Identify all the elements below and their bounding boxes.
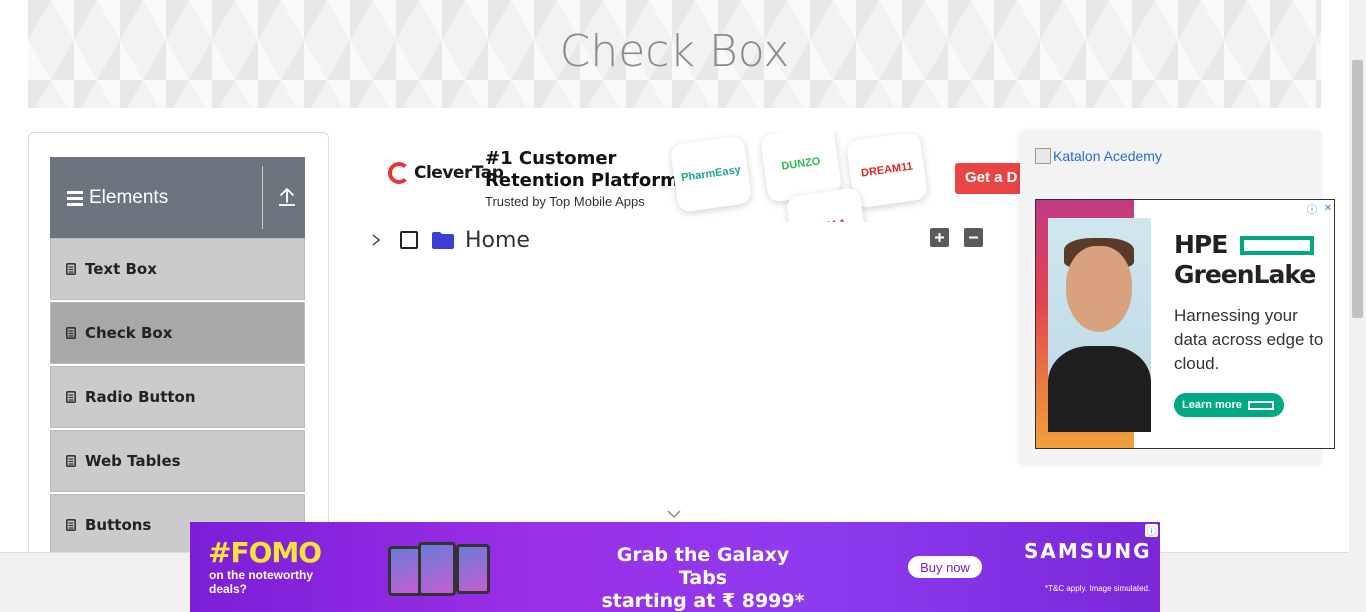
sidebar-item-label: Buttons [85,516,152,534]
broken-image-icon [1035,148,1051,164]
hpe-tagline: Harnessing your data across edge to clou… [1174,306,1324,373]
collapse-all-button[interactable] [964,228,983,247]
sidebar-item-web-tables[interactable]: Web Tables [50,430,305,492]
ad-info-icon[interactable]: ⓘ [1306,202,1318,216]
katalon-image-link[interactable]: Katalon Acedemy [1035,148,1162,164]
page-scrollbar[interactable] [1349,0,1366,612]
right-ad-column: Katalon Acedemy HPE GreenLake Harnessing… [1020,132,1335,464]
ad-subtext: Trusted by Top Mobile Apps [485,194,645,209]
clevertap-ad[interactable]: CleverTap #1 Customer Retention Platform… [380,132,1020,222]
minus-icon [969,236,978,239]
home-checkbox[interactable] [400,231,418,249]
sidebar-item-label: Radio Button [85,388,196,406]
plus-icon [935,233,944,242]
checkbox-tree-node: Home [366,224,530,256]
ad-close-icon[interactable]: ✕ [1322,202,1334,214]
galaxy-headline: Grab the Galaxy Tabs starting at ₹ 8999* [601,544,805,612]
hpe-logo-box [1240,236,1314,255]
sidebar-item-label: Check Box [85,324,173,342]
samsung-ad[interactable]: #FOMO on the noteworthy deals? Grab the … [190,522,1160,612]
ad-cta-button[interactable]: Get a D [955,163,1020,194]
fomo-subtext: on the noteworthy deals? [209,568,313,596]
page-banner: Check Box [28,0,1321,108]
samsung-logo: SAMSUNG [1024,539,1152,563]
ad-info-icon[interactable]: ⓘ [1145,524,1158,538]
divider [262,166,263,229]
sidebar-item-check-box[interactable]: Check Box [50,302,305,364]
fomo-heading: #FOMO [208,536,322,569]
folder-icon [432,232,454,249]
scrollbar-thumb[interactable] [1352,60,1363,318]
group-title: Elements [89,186,169,208]
home-label[interactable]: Home [465,228,530,253]
document-icon [66,327,76,339]
pharmeasy-tile: PharmEasy [669,135,753,213]
chevron-right-icon[interactable] [366,230,386,250]
galaxy-tabs-image [360,540,500,602]
document-icon [66,455,76,467]
chevron-down-icon[interactable] [666,508,682,520]
upload-icon[interactable] [276,185,298,209]
expand-all-button[interactable] [930,228,949,247]
ad-photo [1048,218,1151,432]
sidebar-item-radio-button[interactable]: Radio Button [50,366,305,428]
sidebar-item-text-box[interactable]: Text Box [50,238,305,300]
sidebar-item-label: Text Box [85,260,157,278]
page-title: Check Box [559,25,790,77]
buy-now-button[interactable]: Buy now [908,556,982,578]
document-icon [66,391,76,403]
page: Check Box Elements Text Box Check Box Ra… [0,0,1366,612]
document-icon [66,519,76,531]
disclaimer: *T&C apply. Image simulated. [1045,584,1151,593]
elements-group-header[interactable]: Elements [50,157,305,238]
learn-more-button[interactable]: Learn more [1174,393,1284,417]
menu-icon [67,191,83,206]
ad-headline: #1 Customer Retention Platform [485,148,679,191]
document-icon [66,263,76,275]
hpe-greenlake-ad[interactable]: HPE GreenLake Harnessing your data acros… [1035,199,1335,449]
sidebar-item-label: Web Tables [85,452,181,470]
